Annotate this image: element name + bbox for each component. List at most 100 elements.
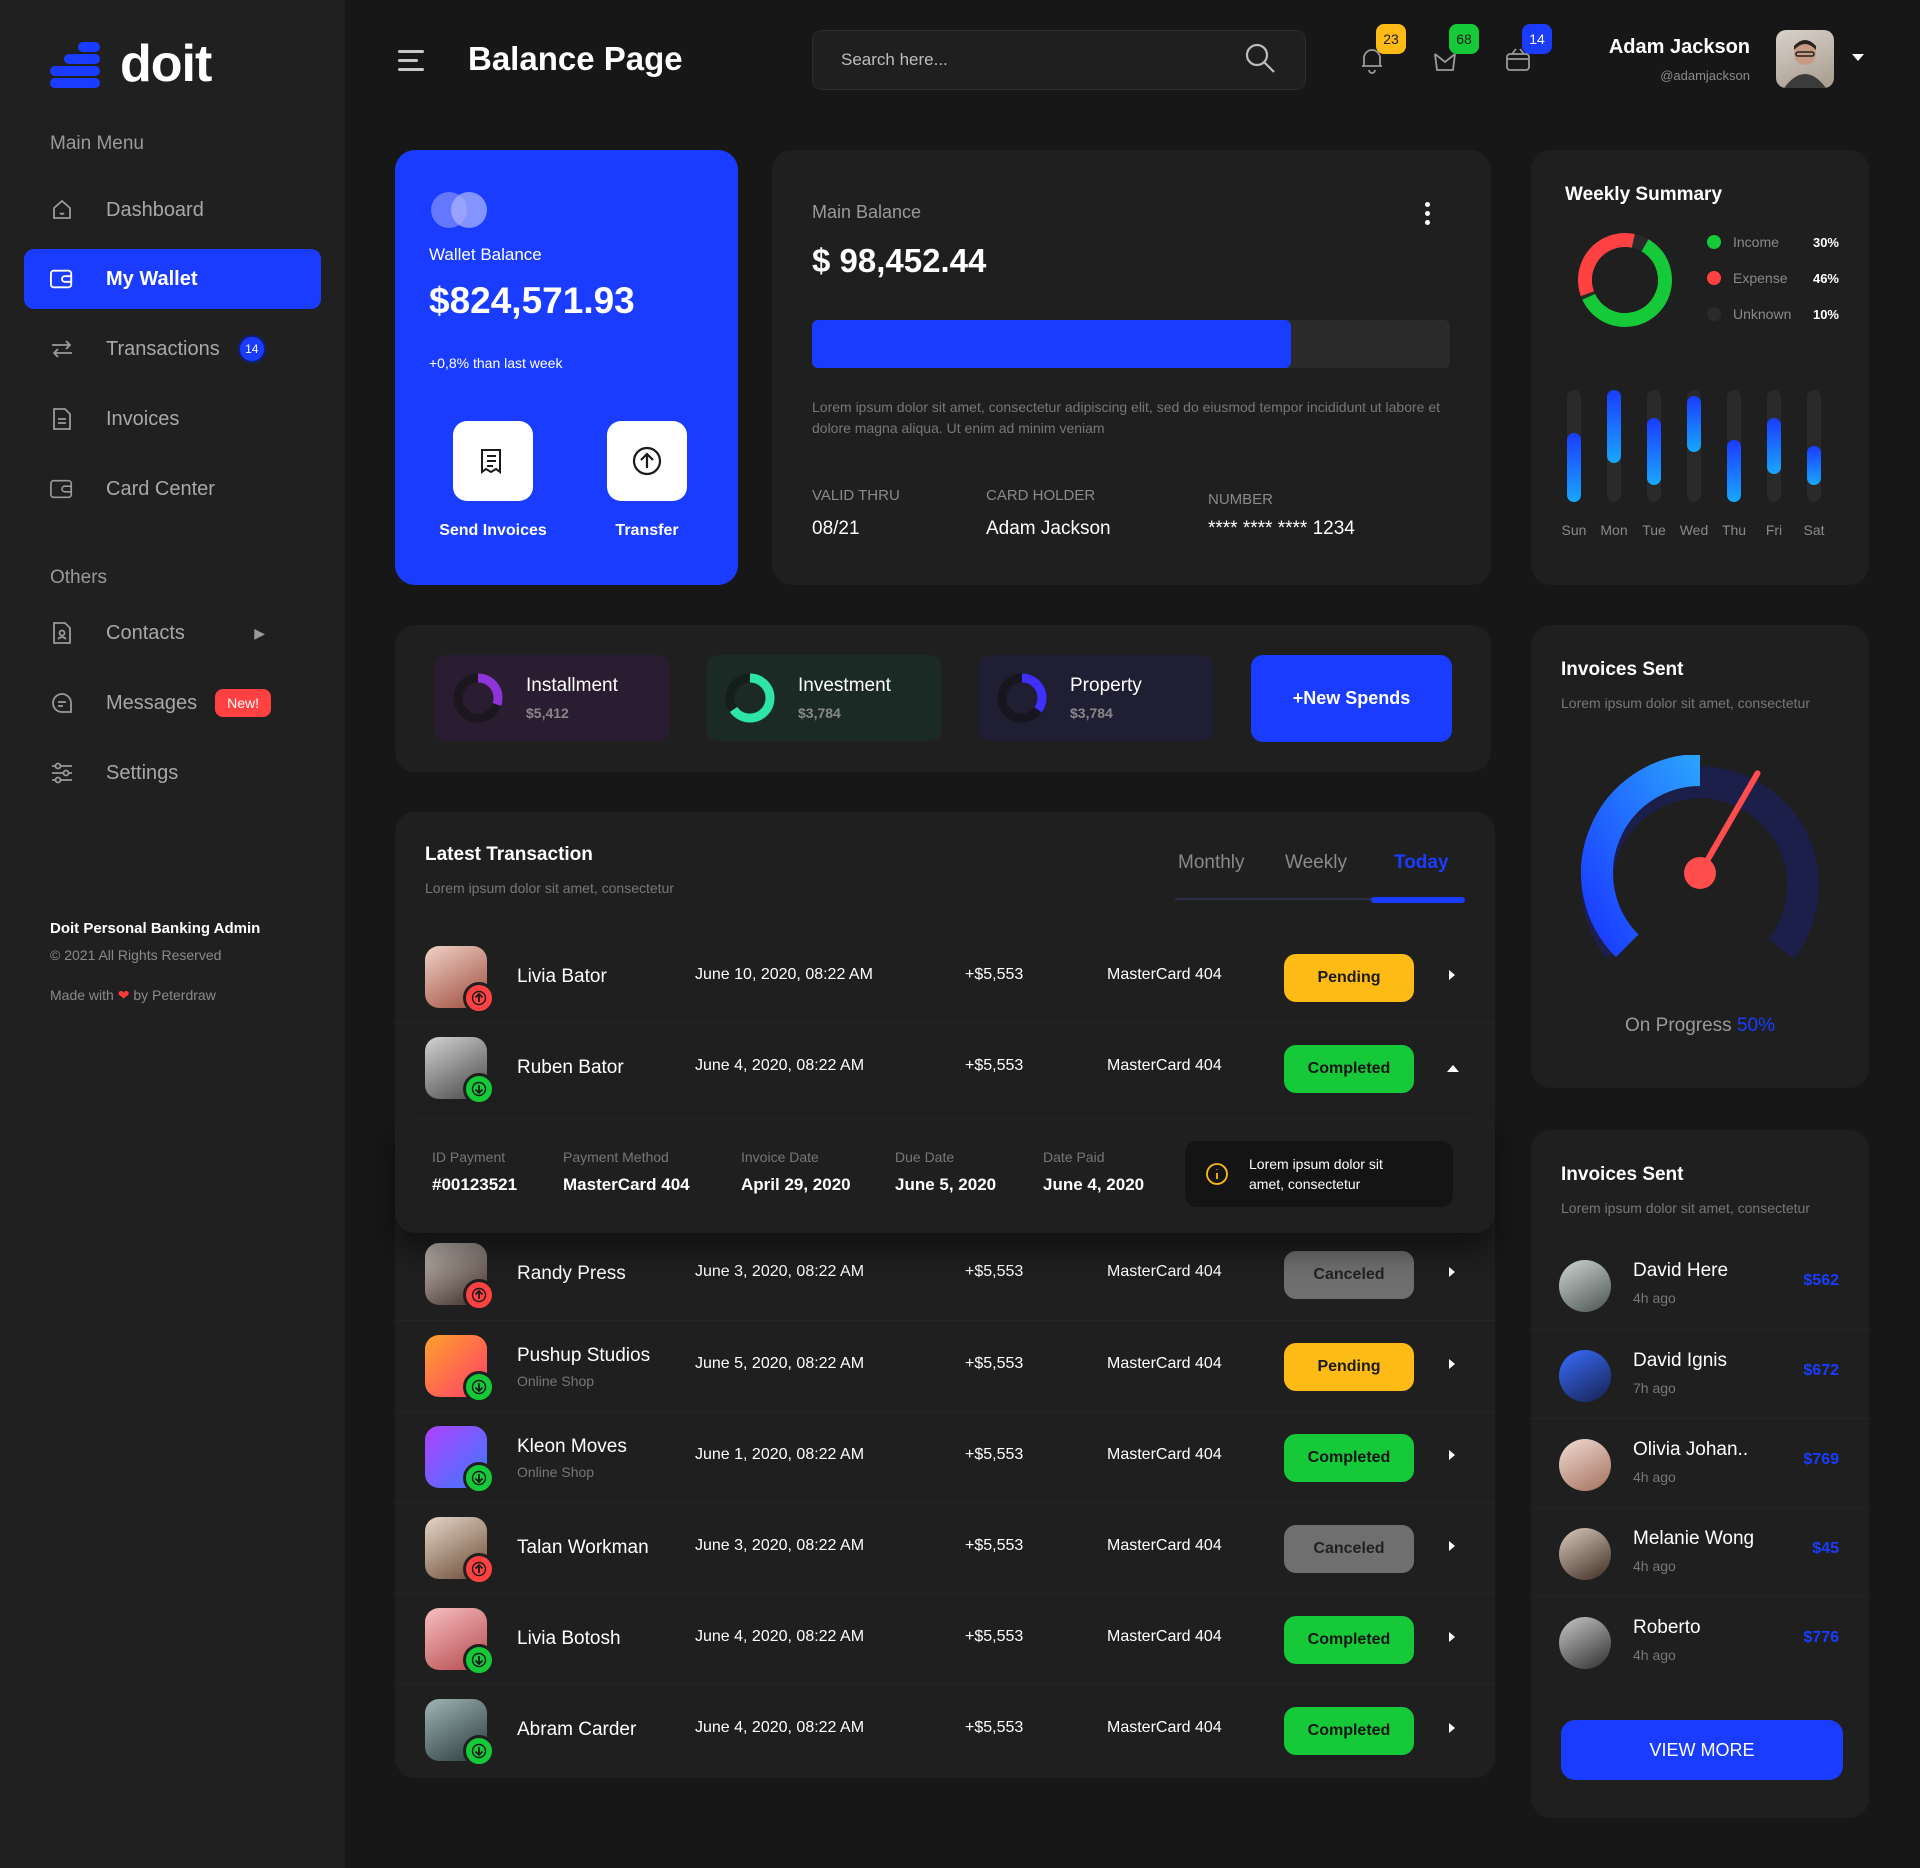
invoice-person-row[interactable]: David Ignis 7h ago $672 <box>1531 1329 1869 1418</box>
status-badge[interactable]: Pending <box>1284 954 1414 1002</box>
sidebar-item-card-center[interactable]: Card Center <box>24 459 321 519</box>
card-brand-icon <box>431 192 487 228</box>
transaction-subname: Online Shop <box>517 1373 595 1389</box>
transaction-row[interactable]: Livia Bator June 10, 2020, 08:22 AM +$5,55… <box>395 932 1495 1022</box>
sidebar-item-invoices[interactable]: Invoices <box>24 389 321 449</box>
card-holder-value: Adam Jackson <box>986 518 1111 539</box>
invoices-list-title: Invoices Sent <box>1561 1164 1684 1185</box>
send-invoices-button[interactable] <box>453 421 533 501</box>
made-with-prefix: Made with <box>50 987 114 1003</box>
tab-weekly[interactable]: Weekly <box>1285 852 1347 874</box>
chevron-right-icon[interactable] <box>1449 970 1455 980</box>
chevron-right-icon[interactable] <box>1449 1267 1455 1277</box>
invoice-icon <box>481 449 501 474</box>
invoice-person-row[interactable]: Roberto 4h ago $776 <box>1531 1596 1869 1685</box>
status-badge[interactable]: Completed <box>1284 1707 1414 1755</box>
sidebar-item-settings[interactable]: Settings <box>24 743 321 803</box>
spend-title: Property <box>1070 675 1142 696</box>
status-badge[interactable]: Completed <box>1284 1616 1414 1664</box>
spend-installment[interactable]: Installment $5,412 <box>434 655 670 741</box>
transfer-label[interactable]: Transfer <box>577 522 717 540</box>
invoice-person-row[interactable]: David Here 4h ago $562 <box>1531 1240 1869 1329</box>
sidebar-item-contacts[interactable]: Contacts ▶ <box>24 603 321 663</box>
status-badge[interactable]: Completed <box>1284 1434 1414 1482</box>
spend-investment[interactable]: Investment $3,784 <box>706 655 942 741</box>
transaction-row[interactable]: Talan Workman June 3, 2020, 08:22 AM +$5,5… <box>395 1502 1495 1592</box>
chevron-up-icon[interactable] <box>1447 1065 1459 1072</box>
status-badge[interactable]: Completed <box>1284 1045 1414 1093</box>
transaction-amount: +$5,553 <box>965 1355 1024 1372</box>
transaction-card: MasterCard 404 <box>1107 1263 1222 1280</box>
avatar <box>1559 1260 1611 1312</box>
notification-bell-icon[interactable]: 23 <box>1356 24 1406 76</box>
transaction-date: June 4, 2020, 08:22 AM <box>695 1057 865 1074</box>
detail-paid-label: Date Paid <box>1043 1149 1105 1165</box>
sidebar-item-my-wallet[interactable]: My Wallet <box>24 249 321 309</box>
invoice-person-row[interactable]: Olivia Johan.. 4h ago $769 <box>1531 1418 1869 1507</box>
messages-badge: 68 <box>1449 24 1479 54</box>
legend-pct: 46% <box>1812 270 1839 286</box>
tab-monthly[interactable]: Monthly <box>1178 852 1245 874</box>
sidebar-item-label: Invoices <box>106 407 180 430</box>
invoices-gauge-title: Invoices Sent <box>1561 659 1684 680</box>
transaction-row[interactable]: Randy Press June 3, 2020, 08:22 AM +$5,553… <box>395 1229 1495 1319</box>
legend-label: Unknown <box>1733 306 1792 322</box>
weekly-bar-fill <box>1767 418 1781 474</box>
chevron-right-icon[interactable] <box>1449 1450 1455 1460</box>
main-balance-description: Lorem ipsum dolor sit amet, consectetur … <box>812 399 1440 436</box>
user-dropdown-caret-icon[interactable] <box>1852 54 1864 61</box>
weekly-bar-mon <box>1607 390 1621 502</box>
transaction-row[interactable]: Pushup Studios Online Shop June 5, 2020, 0… <box>395 1320 1495 1410</box>
hamburger-menu-icon[interactable] <box>398 50 424 77</box>
transaction-row[interactable]: Kleon Moves Online Shop June 1, 2020, 08:2… <box>395 1411 1495 1501</box>
status-badge[interactable]: Pending <box>1284 1343 1414 1391</box>
transaction-row[interactable]: Abram Carder June 4, 2020, 08:22 AM +$5,55… <box>395 1684 1495 1774</box>
spend-value: $3,784 <box>1070 705 1113 721</box>
search-input[interactable] <box>841 50 1201 70</box>
more-options-icon[interactable] <box>1425 202 1431 229</box>
status-badge[interactable]: Canceled <box>1284 1251 1414 1299</box>
person-name: David Here <box>1633 1260 1729 1281</box>
weekly-day-label: Sun <box>1561 522 1587 538</box>
person-amount: $769 <box>1803 1451 1839 1468</box>
send-invoices-label[interactable]: Send Invoices <box>423 522 563 540</box>
transaction-date: June 1, 2020, 08:22 AM <box>695 1446 865 1463</box>
weekly-bar-fill <box>1687 395 1701 452</box>
weekly-bar-fill <box>1567 432 1581 502</box>
invoice-person-row[interactable]: Melanie Wong 4h ago $45 <box>1531 1507 1869 1596</box>
spend-property[interactable]: Property $3,784 <box>978 655 1214 741</box>
chevron-right-icon[interactable] <box>1449 1541 1455 1551</box>
person-amount: $776 <box>1803 1629 1839 1646</box>
chevron-right-icon[interactable] <box>1449 1359 1455 1369</box>
detail-id-label: ID Payment <box>432 1149 506 1165</box>
person-time: 4h ago <box>1633 1290 1676 1306</box>
installment-ring-icon <box>453 673 503 723</box>
chevron-right-icon[interactable] <box>1449 1632 1455 1642</box>
transaction-date: June 3, 2020, 08:22 AM <box>695 1537 865 1554</box>
transaction-row[interactable]: Livia Botosh June 4, 2020, 08:22 AM +$5,55… <box>395 1593 1495 1683</box>
tab-today[interactable]: Today <box>1394 852 1449 874</box>
status-badge[interactable]: Canceled <box>1284 1525 1414 1573</box>
document-icon <box>50 407 74 431</box>
sidebar-item-transactions[interactable]: Transactions 14 <box>24 319 321 379</box>
logo[interactable]: doit <box>50 34 212 94</box>
weekly-bar-wed <box>1687 390 1701 502</box>
inbox-icon[interactable]: 68 <box>1429 24 1479 76</box>
cart-icon[interactable]: 14 <box>1502 24 1552 76</box>
new-spends-button[interactable]: +New Spends <box>1251 655 1452 742</box>
notification-badge: 23 <box>1376 24 1406 54</box>
weekly-summary-card: Weekly Summary Income 30% Expense 46% Un… <box>1531 150 1869 585</box>
sidebar-item-dashboard[interactable]: Dashboard <box>24 180 321 240</box>
transfer-button[interactable] <box>607 421 687 501</box>
view-more-button[interactable]: VIEW MORE <box>1561 1720 1843 1780</box>
chevron-right-icon[interactable] <box>1449 1723 1455 1733</box>
detail-method-value: MasterCard 404 <box>563 1175 690 1194</box>
user-avatar[interactable] <box>1776 30 1834 88</box>
sidebar-item-messages[interactable]: Messages New! <box>24 673 321 733</box>
transaction-card: MasterCard 404 <box>1107 1719 1222 1736</box>
transaction-amount: +$5,553 <box>965 1719 1024 1736</box>
transaction-row[interactable]: Ruben Bator June 4, 2020, 08:22 AM +$5,553… <box>395 1022 1495 1112</box>
outgoing-arrow-icon <box>463 1553 495 1585</box>
user-name[interactable]: Adam Jackson <box>1609 36 1750 59</box>
search-icon[interactable] <box>1243 41 1277 80</box>
